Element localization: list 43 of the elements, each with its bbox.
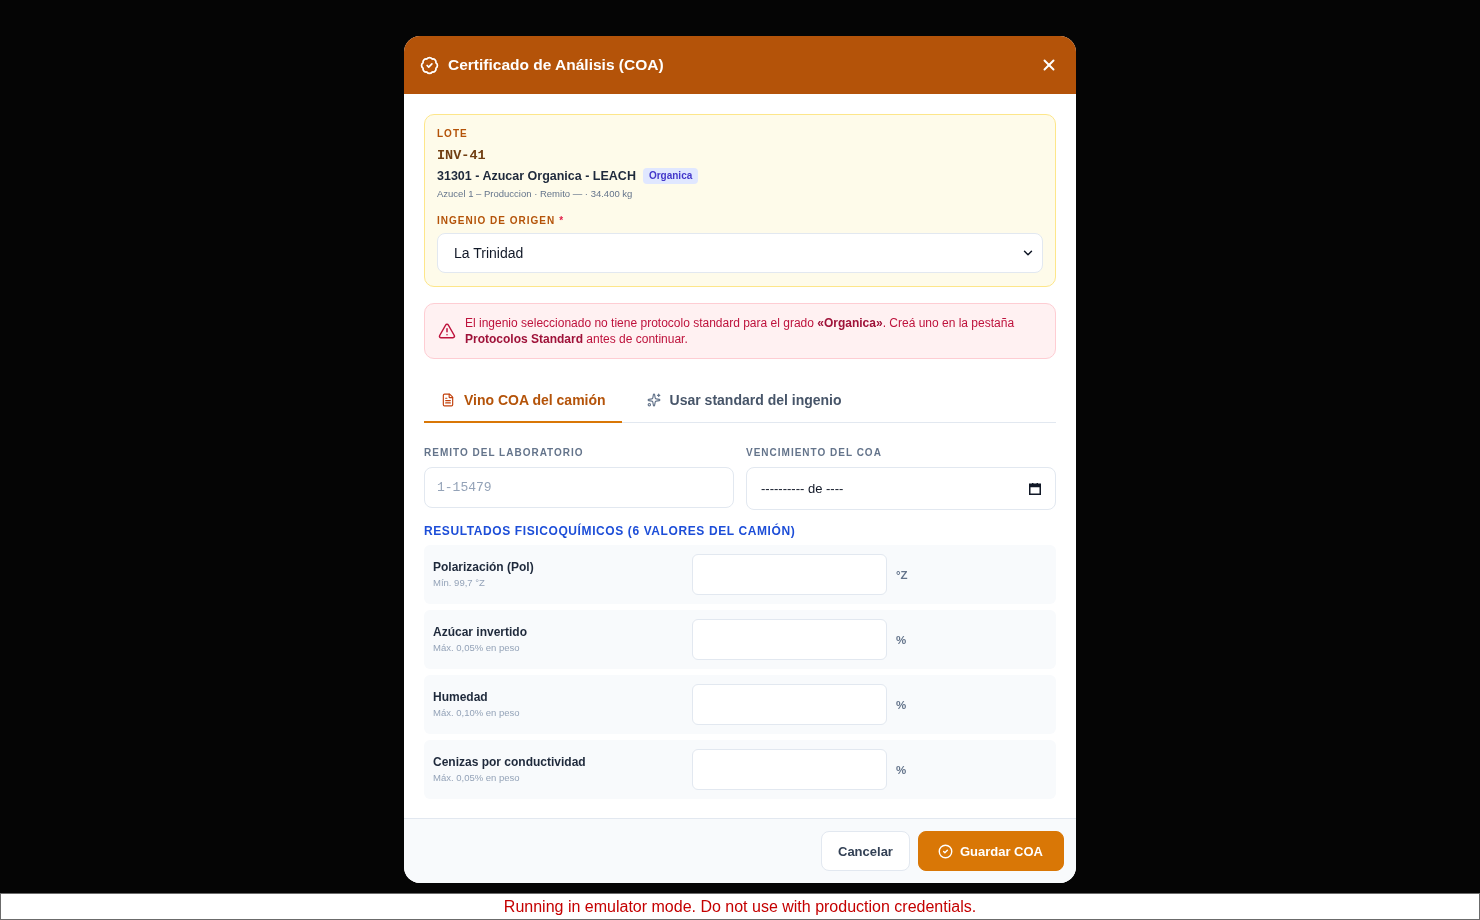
- unit-label: %: [896, 633, 907, 646]
- ingenio-select[interactable]: La Trinidad: [437, 233, 1043, 273]
- unit-label: %: [896, 763, 907, 776]
- product-name: 31301 - Azucar Organica - LEACH: [437, 168, 636, 184]
- result-label: Azúcar invertido: [433, 625, 529, 640]
- result-limit: Máx. 0,05% en peso: [433, 642, 521, 654]
- tab[interactable]: Vino COA del camión: [424, 379, 622, 423]
- value-input[interactable]: [692, 619, 887, 660]
- field-label: REMITO DEL LABORATORIO: [424, 447, 585, 459]
- alert-message: El ingenio seleccionado no tiene protocolo standard para el grado «Organica». Creá uno en la pestaña Protocolos Standard antes de continuar.: [465, 315, 1016, 347]
- value-input[interactable]: [692, 684, 887, 725]
- unit-label: °Z: [896, 568, 908, 581]
- value-input[interactable]: [692, 554, 887, 595]
- date-field[interactable]: ---------- de ----: [746, 467, 1056, 510]
- grade-badge: Organica: [642, 168, 699, 184]
- remito-input[interactable]: 1-15479: [424, 467, 734, 508]
- result-label: Humedad: [433, 690, 489, 705]
- tab[interactable]: Usar standard del ingenio: [629, 379, 858, 423]
- cancel-button[interactable]: Cancelar: [821, 831, 910, 871]
- close-icon: [1040, 56, 1058, 74]
- calendar-icon: [1029, 482, 1041, 495]
- result-label: Cenizas por conductividad: [433, 755, 587, 770]
- result-limit: Máx. 0,05% en peso: [433, 772, 521, 784]
- result-limit: Máx. 0,10% en peso: [433, 707, 521, 719]
- field-label: VENCIMIENTO DEL COA: [746, 447, 883, 459]
- unit-label: %: [896, 698, 907, 711]
- document-icon: [441, 393, 455, 407]
- close-button[interactable]: [1040, 56, 1058, 74]
- badge-check-icon: [420, 55, 439, 75]
- banner-text: Running in emulator mode. Do not use with production credentials.: [503, 896, 977, 917]
- dialog-title: Certificado de Análisis (COA): [448, 55, 664, 75]
- sparkles-icon: [646, 393, 661, 407]
- result-label: Polarización (Pol): [433, 560, 535, 575]
- value-input[interactable]: [692, 749, 887, 790]
- lot-code: INV-41: [437, 148, 487, 164]
- warning-icon: [438, 322, 456, 340]
- check-circle-icon: [937, 843, 953, 859]
- field-label: INGENIO DE ORIGEN: [437, 215, 556, 227]
- result-limit: Mín. 99,7 °Z: [433, 577, 486, 589]
- required-mark: *: [559, 215, 564, 227]
- lot-details: Azucel 1 – Produccion · Remito — · 34.400 kg: [437, 188, 634, 200]
- lot-label: LOTE: [437, 128, 469, 140]
- section-heading: RESULTADOS FISICOQUÍMICOS (6 VALORES DEL CAMIÓN): [424, 524, 797, 538]
